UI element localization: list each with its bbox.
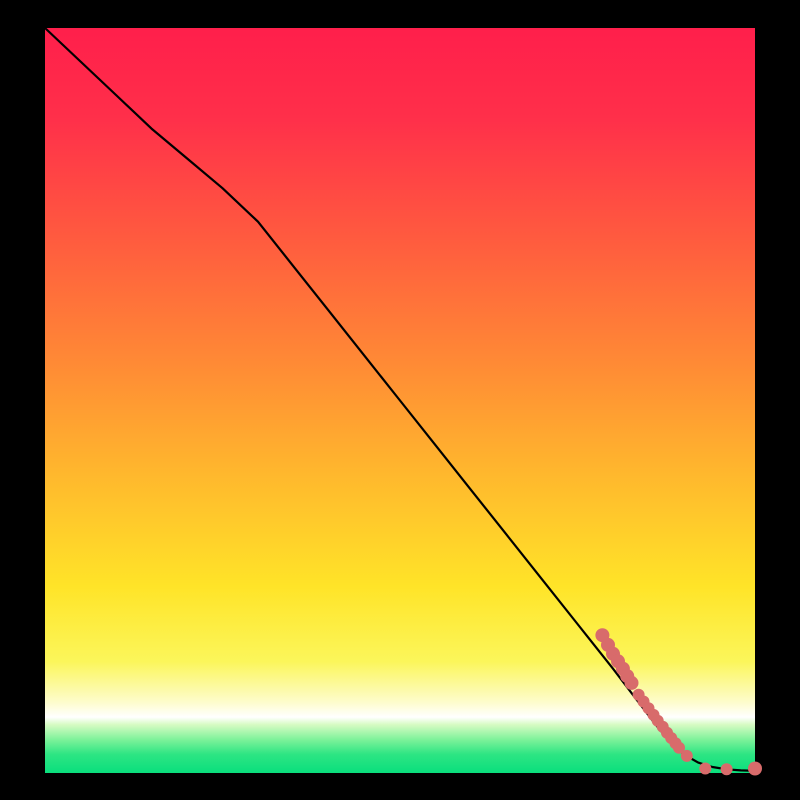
scatter-point	[721, 763, 733, 775]
scatter-point	[699, 763, 711, 775]
scatter-point	[748, 762, 762, 776]
scatter-point	[681, 750, 693, 762]
scatter-point	[625, 676, 639, 690]
chart-plot	[0, 0, 800, 800]
chart-frame: TheBottleneck.com	[0, 0, 800, 800]
